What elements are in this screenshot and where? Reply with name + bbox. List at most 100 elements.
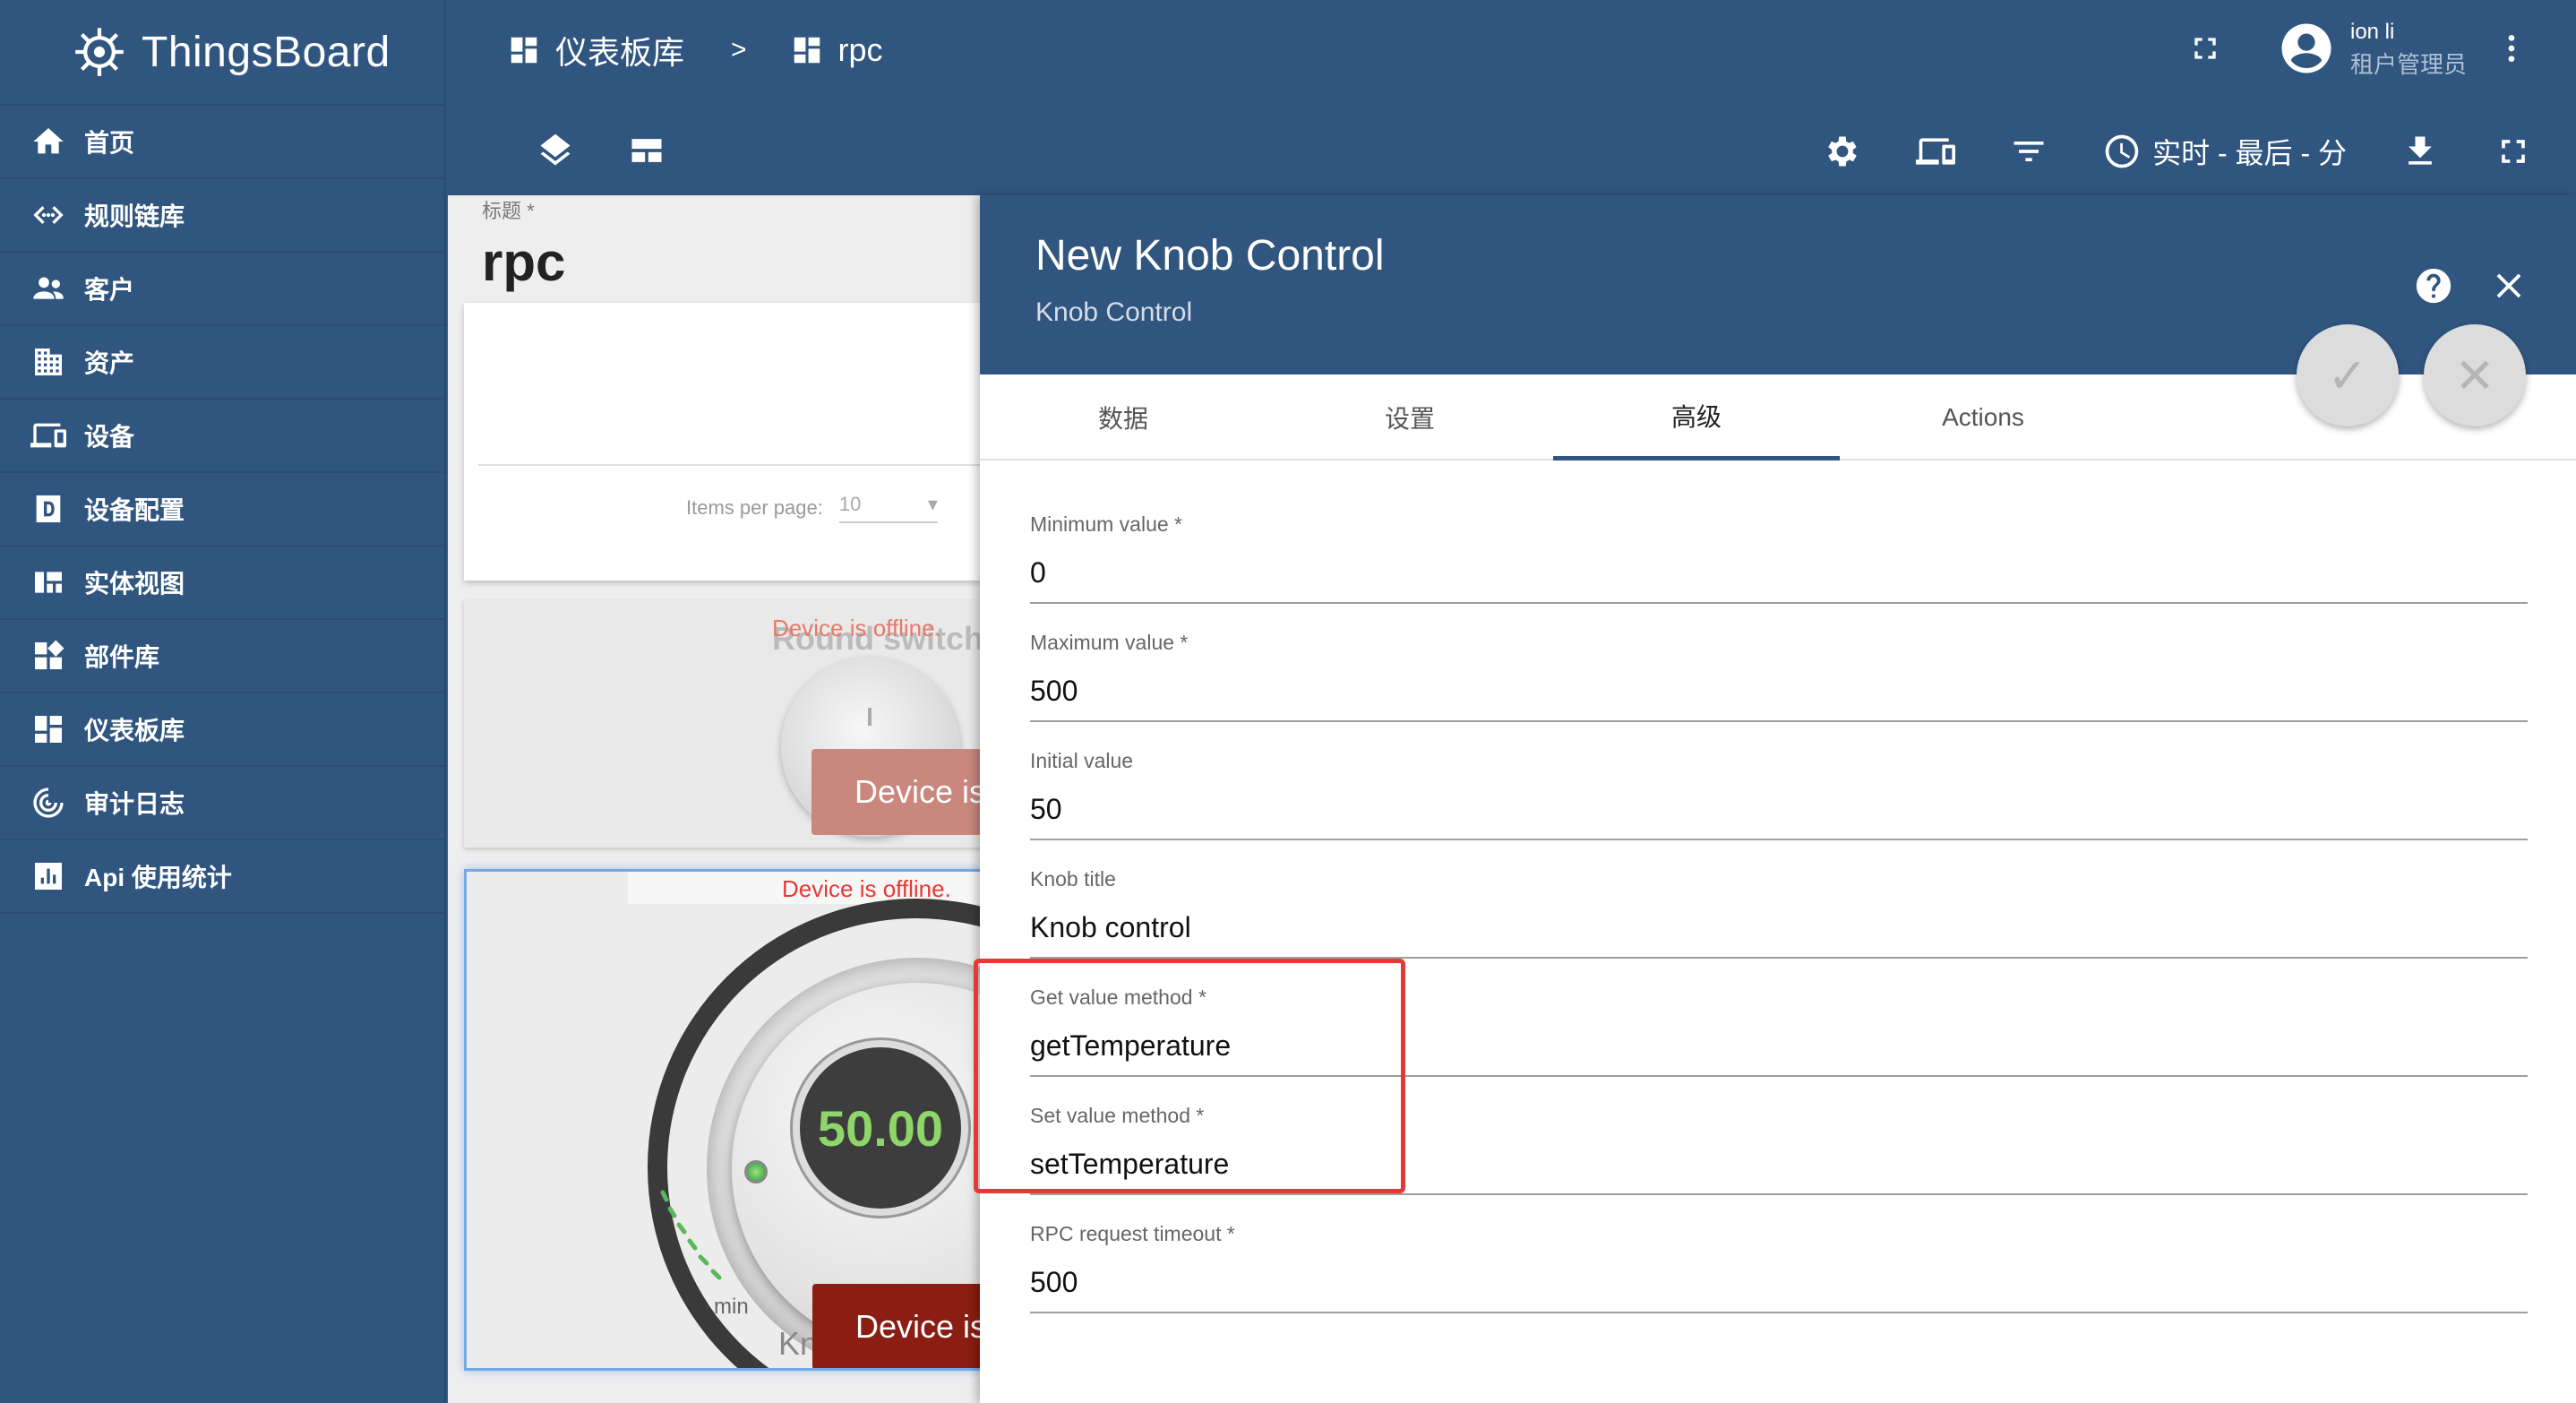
brand-name: ThingsBoard (142, 28, 391, 76)
user-role: 租户管理员 (2349, 51, 2467, 78)
view-quilt-icon (29, 563, 68, 602)
layout-icon[interactable] (627, 131, 666, 170)
field-value[interactable]: Knob control (1030, 911, 2528, 957)
track-changes-icon (29, 783, 68, 822)
sidebar-item-rule-chains[interactable]: 规则链库 (0, 179, 444, 253)
tab-actions[interactable]: Actions (1840, 374, 2126, 460)
sidebar-item-label: 首页 (84, 129, 135, 157)
field-value[interactable]: 50 (1030, 793, 2528, 839)
get-value-method-field[interactable]: Get value method * getTemperature (1030, 986, 2528, 1077)
widgets-icon (29, 636, 68, 676)
close-icon: ✕ (2454, 349, 2495, 403)
sidebar-item-assets[interactable]: 资产 (0, 326, 444, 400)
widget-edit-panel: New Knob Control Knob Control ✓ ✕ 数据 设置 … (980, 195, 2576, 1403)
panel-subtitle: Knob Control (1035, 297, 1193, 327)
timewindow-button[interactable]: 实时 - 最后 - 分 (2102, 131, 2347, 172)
maximum-value-field[interactable]: Maximum value * 500 (1030, 631, 2528, 722)
field-value[interactable]: getTemperature (1030, 1029, 2528, 1075)
more-vert-icon[interactable] (2494, 30, 2529, 66)
sidebar-item-device-profiles[interactable]: 设备配置 (0, 473, 444, 547)
timewindow-label: 实时 - 最后 - 分 (2152, 137, 2347, 169)
device-offline-button[interactable]: Device is (811, 749, 980, 835)
items-per-page-select[interactable]: 10 ▾ (838, 493, 938, 523)
top-bar: 仪表板库 > rpc ion li 租户管理员 (448, 0, 2576, 106)
sidebar-item-api-usage[interactable]: Api 使用统计 (0, 840, 444, 914)
help-icon[interactable] (2413, 265, 2454, 306)
filter-icon[interactable] (2009, 132, 2048, 171)
sidebar-item-label: 实体视图 (84, 570, 185, 598)
sidebar-item-entity-views[interactable]: 实体视图 (0, 547, 444, 620)
field-value[interactable]: 500 (1030, 1266, 2528, 1312)
knob-control-widget[interactable]: Device is offline. 50.00 min Kn Device i… (464, 869, 980, 1371)
apply-button[interactable]: ✓ (2297, 324, 2399, 426)
field-value[interactable]: setTemperature (1030, 1148, 2528, 1193)
sidebar-item-dashboards[interactable]: 仪表板库 (0, 693, 444, 767)
dashboard-title-label: 标题 * (482, 200, 535, 222)
chevron-down-icon: ▾ (927, 493, 938, 515)
sidebar-item-label: 仪表板库 (84, 717, 185, 745)
tab-settings[interactable]: 设置 (1267, 374, 1553, 460)
sidebar-item-audit-logs[interactable]: 审计日志 (0, 767, 444, 840)
user-info[interactable]: ion li 租户管理员 (2350, 16, 2467, 81)
close-icon[interactable] (2488, 265, 2529, 306)
sidebar-item-label: 规则链库 (84, 202, 185, 230)
round-switch-widget[interactable]: Round switch Device is offline. Device i… (464, 600, 980, 848)
rpc-request-timeout-field[interactable]: RPC request timeout * 500 (1030, 1222, 2528, 1313)
breadcrumb-separator: > (731, 35, 747, 65)
sidebar-item-label: 设备 (84, 423, 135, 451)
insert-chart-icon (29, 856, 68, 896)
knob-value-display: 50.00 (793, 1040, 968, 1216)
breadcrumb-item-dashboards[interactable]: 仪表板库 (555, 27, 684, 73)
user-name: ion li (2349, 20, 2395, 44)
initial-value-field[interactable]: Initial value 50 (1030, 749, 2528, 840)
field-label: Knob title (1030, 867, 1116, 891)
clock-icon (2105, 134, 2139, 168)
account-circle-icon (2281, 23, 2331, 73)
field-label: Get value method * (1030, 986, 1206, 1009)
decline-button[interactable]: ✕ (2424, 324, 2526, 426)
avatar[interactable] (2277, 19, 2336, 78)
table-widget[interactable]: Items per page: 10 ▾ (464, 303, 980, 581)
settings-gear-icon[interactable] (1823, 132, 1862, 171)
device-offline-button[interactable]: Device is (812, 1284, 980, 1368)
panel-title: New Knob Control (1035, 232, 1385, 280)
app-logo[interactable]: ThingsBoard (0, 0, 444, 106)
tab-data[interactable]: 数据 (980, 374, 1267, 460)
knob-level-ticks (660, 1190, 722, 1280)
fullscreen-icon[interactable] (2187, 30, 2223, 66)
code-arrows-icon (29, 195, 68, 235)
offline-message: Device is offline. (772, 615, 941, 641)
sidebar-item-home[interactable]: 首页 (0, 106, 444, 179)
fullscreen-icon[interactable] (2494, 132, 2533, 171)
field-label: Set value method * (1030, 1104, 1205, 1127)
field-label: Maximum value * (1030, 631, 1189, 654)
field-label: Minimum value * (1030, 512, 1182, 536)
layers-icon[interactable] (536, 131, 575, 170)
field-label: Initial value (1030, 749, 1134, 772)
set-value-method-field[interactable]: Set value method * setTemperature (1030, 1104, 2528, 1195)
knob-min-label: min (714, 1295, 749, 1319)
entity-aliases-icon[interactable] (1916, 132, 1956, 171)
dashboard-icon (507, 33, 541, 67)
sidebar-item-label: 设备配置 (84, 496, 185, 524)
field-value[interactable]: 500 (1030, 675, 2528, 720)
download-icon[interactable] (2400, 132, 2440, 171)
items-per-page-value: 10 (838, 493, 862, 515)
sidebar-item-widgets-library[interactable]: 部件库 (0, 620, 444, 693)
thingsboard-logo-icon (75, 28, 124, 76)
people-icon (29, 269, 68, 308)
items-per-page-label: Items per page: (686, 496, 823, 519)
minimum-value-field[interactable]: Minimum value * 0 (1030, 512, 2528, 604)
dashboard-title-input[interactable]: rpc (482, 231, 565, 293)
field-value[interactable]: 0 (1030, 556, 2528, 602)
device-profile-icon (29, 489, 68, 529)
sidebar-item-label: Api 使用统计 (84, 864, 232, 891)
knob-title-field[interactable]: Knob title Knob control (1030, 867, 2528, 959)
sidebar-item-customers[interactable]: 客户 (0, 253, 444, 326)
check-icon: ✓ (2327, 349, 2368, 403)
sidebar-item-devices[interactable]: 设备 (0, 400, 444, 473)
sidebar-item-label: 客户 (84, 276, 135, 304)
dashboard-icon (29, 710, 68, 749)
tab-advanced[interactable]: 高级 (1553, 374, 1840, 460)
devices-icon (29, 416, 68, 455)
